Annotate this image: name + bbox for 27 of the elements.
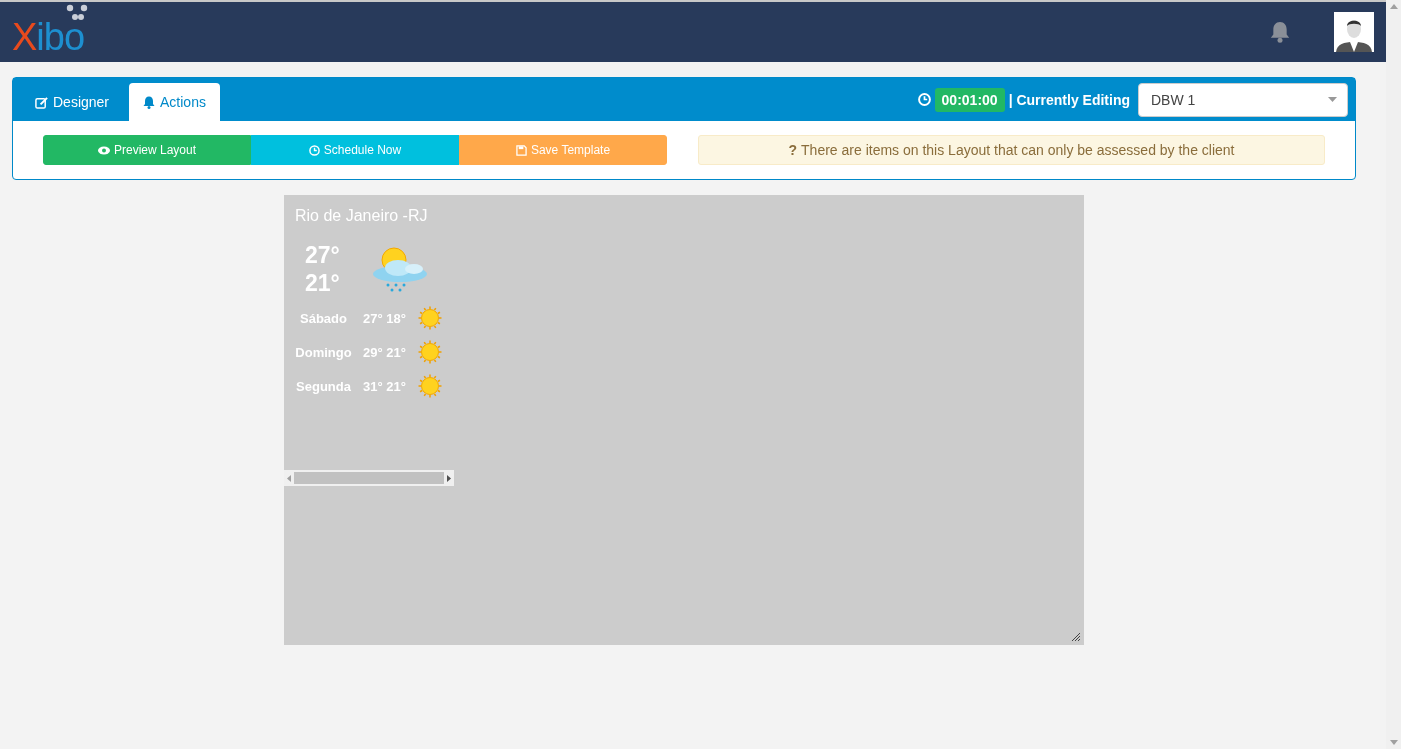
sun-icon bbox=[418, 306, 442, 330]
up-arrow-icon[interactable] bbox=[1389, 4, 1398, 9]
clock-icon bbox=[308, 144, 320, 156]
tab[interactable]: Designer bbox=[21, 83, 124, 121]
preview-button[interactable]: Preview Layout bbox=[43, 135, 251, 165]
clock-icon bbox=[917, 93, 931, 106]
down-arrow-icon[interactable] bbox=[1389, 740, 1398, 745]
layout-select[interactable]: DBW 1 bbox=[1138, 82, 1348, 117]
schedule-button[interactable]: Schedule Now bbox=[251, 135, 459, 165]
save-button[interactable]: Save Template bbox=[459, 135, 667, 165]
resize-handle[interactable] bbox=[1072, 633, 1080, 641]
edit-icon bbox=[35, 95, 48, 109]
sun-icon bbox=[418, 374, 442, 398]
left-arrow-icon[interactable] bbox=[287, 474, 291, 482]
editing-label: | Currently Editing bbox=[1008, 91, 1130, 108]
tab[interactable]: Actions bbox=[129, 83, 220, 121]
user-avatar[interactable] bbox=[1334, 12, 1374, 52]
alert-text: There are items on this Layout that can only be assessed by the client bbox=[801, 142, 1235, 158]
question-mark: ? bbox=[788, 142, 798, 158]
eye-icon bbox=[97, 145, 110, 155]
sun-icon bbox=[418, 340, 442, 364]
horizontal-scrollbar[interactable] bbox=[284, 470, 454, 486]
caret-icon bbox=[1328, 97, 1337, 102]
bell-icon[interactable] bbox=[1270, 21, 1290, 43]
duration-badge: 00:01:00 bbox=[934, 87, 1005, 112]
right-arrow-icon[interactable] bbox=[447, 474, 451, 482]
bell-icon bbox=[143, 95, 156, 109]
